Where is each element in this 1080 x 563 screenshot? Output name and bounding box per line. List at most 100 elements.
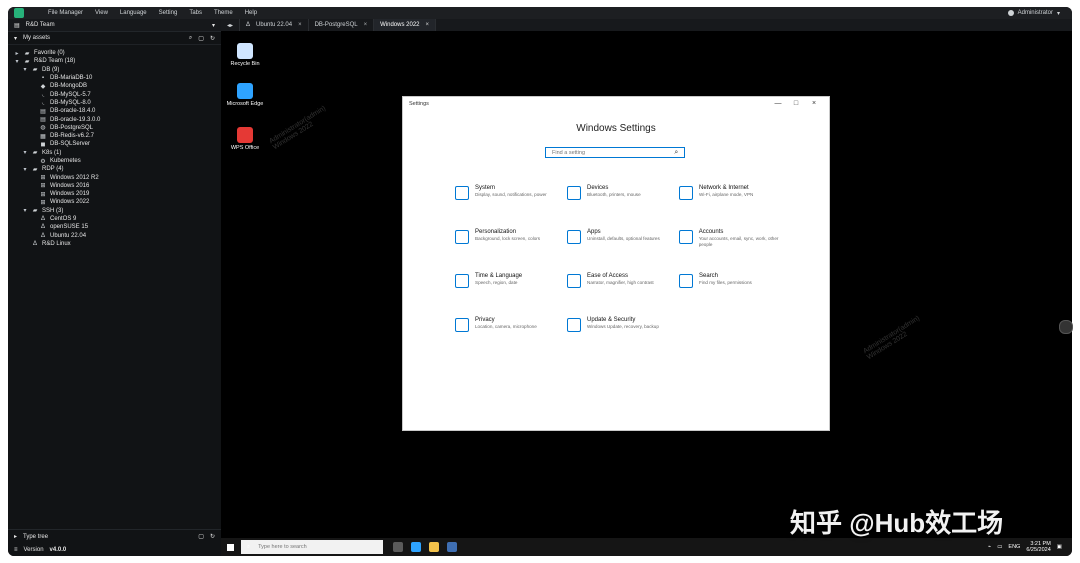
tree-node-ssh[interactable]: ▾ ▰ SSH (3) [14, 207, 221, 215]
menu-setting[interactable]: Setting [159, 10, 178, 16]
user-name: Administrator [1017, 10, 1053, 16]
network-icon[interactable]: ▭ [997, 544, 1002, 550]
collapse-icon[interactable]: ▢ [198, 35, 204, 42]
tab-ubuntu-2204[interactable]: Δ Ubuntu 22.04 × [240, 19, 309, 31]
tab-nav[interactable]: ◂▸ [221, 19, 241, 31]
start-button[interactable] [221, 538, 239, 556]
app-logo-icon [14, 8, 24, 18]
file-explorer-icon[interactable] [429, 542, 439, 552]
tree-node-db-mariadb[interactable]: ▪ DB-MariaDB-10 [14, 74, 221, 82]
refresh-icon[interactable]: ↻ [210, 533, 215, 540]
tree-label: SSH (3) [42, 207, 64, 214]
gear-icon[interactable] [1059, 320, 1073, 334]
tree-node-windows-2019[interactable]: ⊞ Windows 2019 [14, 190, 221, 198]
tree-node-windows-2022[interactable]: ⊞ Windows 2022 [14, 198, 221, 206]
settings-item-time-language[interactable]: Time & Language Speech, region, date [455, 273, 567, 317]
settings-item-ease-of-access[interactable]: Ease of Access Narrator, magnifier, high … [567, 273, 679, 317]
collapse-icon[interactable]: ▢ [198, 533, 204, 540]
wps-icon [237, 127, 253, 143]
type-tree-row[interactable]: ▸ Type tree ▢ ↻ [8, 530, 221, 543]
tree-node-rdp[interactable]: ▾ ▰ RDP (4) [14, 165, 221, 173]
close-icon[interactable]: × [805, 100, 823, 107]
settings-item-system[interactable]: System Display, sound, notifications, pow… [455, 185, 567, 229]
version-label: Version [23, 546, 44, 553]
update-icon [567, 318, 581, 332]
devices-icon [567, 186, 581, 200]
menu-view[interactable]: View [95, 10, 108, 16]
tree-node-ubuntu-2204[interactable]: Δ Ubuntu 22.04 [14, 232, 221, 240]
taskbar-search[interactable]: ⌕ [241, 540, 383, 554]
linux-icon: Δ [40, 224, 45, 231]
tree-node-k8s[interactable]: ▾ ▰ K8s (1) [14, 149, 221, 157]
mysql-icon: ◟ [41, 92, 45, 99]
mongodb-icon: ◆ [40, 83, 46, 90]
tab-db-postgresql[interactable]: DB-PostgreSQL × [309, 19, 375, 31]
close-icon[interactable]: × [364, 22, 368, 28]
tree-node-opensuse-15[interactable]: ΔopenSUSE 15 [14, 223, 221, 231]
refresh-icon[interactable]: ↻ [210, 35, 215, 42]
tree-node-windows-2016[interactable]: ⊞ Windows 2016 [14, 182, 221, 190]
taskbar-pinned-icons [393, 542, 457, 552]
tree-node-db-mongodb[interactable]: ◆ DB-MongoDB [14, 82, 221, 90]
settings-item-privacy[interactable]: Privacy Location, camera, microphone [455, 317, 567, 361]
window-title: Settings [409, 100, 429, 107]
settings-item-network[interactable]: Network & Internet Wi-Fi, airplane mode, … [679, 185, 791, 229]
tab-windows-2022[interactable]: Windows 2022 × [374, 19, 437, 31]
remote-desktop-canvas[interactable]: Administrator(admin) Windows 2022 Admini… [221, 31, 1072, 538]
tree-node-windows-2012[interactable]: ⊞ Windows 2012 R2 [14, 173, 221, 182]
taskbar-search-input[interactable] [256, 543, 377, 551]
menu-file-manager[interactable]: File Manager [48, 10, 83, 16]
tree-node-rd-team[interactable]: ▾ ▰ R&D Team (18) [14, 57, 221, 65]
input-language[interactable]: ENG [1008, 544, 1020, 550]
maximize-icon[interactable]: □ [787, 100, 805, 107]
menu-language[interactable]: Language [120, 10, 147, 16]
settings-item-apps[interactable]: Apps Uninstall, defaults, optional featur… [567, 229, 679, 273]
settings-search-input[interactable] [550, 148, 673, 157]
search-icon: ⌕ [247, 543, 251, 550]
team-selector[interactable]: ▤ R&D Team ▾ [8, 19, 221, 32]
settings-item-update-security[interactable]: Update & Security Windows Update, recover… [567, 317, 679, 361]
tree-node-db-sqlserver[interactable]: ◼ DB-SQLServer [14, 140, 221, 148]
tree-node-db-oracle-184[interactable]: ▤ DB-oracle-18.4.0 [14, 107, 221, 115]
user-menu[interactable]: Administrator ▾ [1007, 10, 1060, 17]
tree-node-db-mysql-80[interactable]: ◟ DB-MySQL-8.0 [14, 99, 221, 107]
menu-icon[interactable]: ≡ [14, 547, 18, 553]
tree-label: DB-MySQL-8.0 [50, 99, 91, 106]
edge-icon[interactable] [411, 542, 421, 552]
settings-item-accounts[interactable]: Accounts Your accounts, email, sync, work… [679, 229, 791, 273]
tree-node-db-redis[interactable]: ▦ DB-Redis-v6.2.7 [14, 132, 221, 140]
menu-tabs[interactable]: Tabs [189, 10, 202, 16]
tree-node-kubernetes[interactable]: ⚙ Kubernetes [14, 157, 221, 165]
settings-item-personalization[interactable]: Personalization Background, lock screen, … [455, 229, 567, 273]
chevron-down-icon[interactable]: ▾ [14, 35, 17, 42]
settings-item-search[interactable]: Search Find my files, permissions [679, 273, 791, 317]
tree-node-db-postgresql[interactable]: ◍ DB-PostgreSQL [14, 124, 221, 132]
close-icon[interactable]: × [426, 22, 430, 28]
desktop-icon-recycle-bin[interactable]: Recycle Bin [223, 43, 267, 67]
settings-gear-icon[interactable] [447, 542, 457, 552]
postgresql-icon: ◍ [40, 125, 46, 132]
desktop-icon-wps[interactable]: WPS Office [223, 127, 267, 151]
settings-item-devices[interactable]: Devices Bluetooth, printers, mouse [567, 185, 679, 229]
menu-help[interactable]: Help [245, 10, 257, 16]
clock[interactable]: 3:21 PM 6/25/2024 [1026, 541, 1050, 553]
tree-node-centos-9[interactable]: Δ CentOS 9 [14, 215, 221, 223]
minimize-icon[interactable]: — [769, 100, 787, 107]
tree-node-db-oracle-193[interactable]: ▤ DB-oracle-19.3.0.0 [14, 115, 221, 124]
team-icon: ▤ [14, 22, 20, 29]
tree-node-rd-linux[interactable]: Δ R&D Linux [14, 240, 221, 248]
settings-search[interactable]: ⌕ [545, 147, 685, 158]
tray-icon[interactable]: ⌁ [988, 544, 991, 550]
close-icon[interactable]: × [298, 22, 302, 28]
search-icon[interactable]: ⌕ [189, 35, 192, 42]
oracle-icon: ▤ [40, 108, 46, 115]
tree-node-favorite[interactable]: ▸ ▰ Favorite (0) [14, 49, 221, 57]
menu-theme[interactable]: Theme [214, 10, 233, 16]
desktop-icon-edge[interactable]: Microsoft Edge [223, 83, 267, 107]
notifications-icon[interactable]: ▣ [1057, 544, 1062, 550]
chevron-right-icon: ▸ [14, 534, 18, 540]
settings-titlebar: Settings — □ × [403, 97, 829, 110]
tree-node-db-mysql-57[interactable]: ◟ DB-MySQL-5.7 [14, 90, 221, 99]
task-view-icon[interactable] [393, 542, 403, 552]
tree-node-db[interactable]: ▾ ▰ DB (9) [14, 66, 221, 74]
